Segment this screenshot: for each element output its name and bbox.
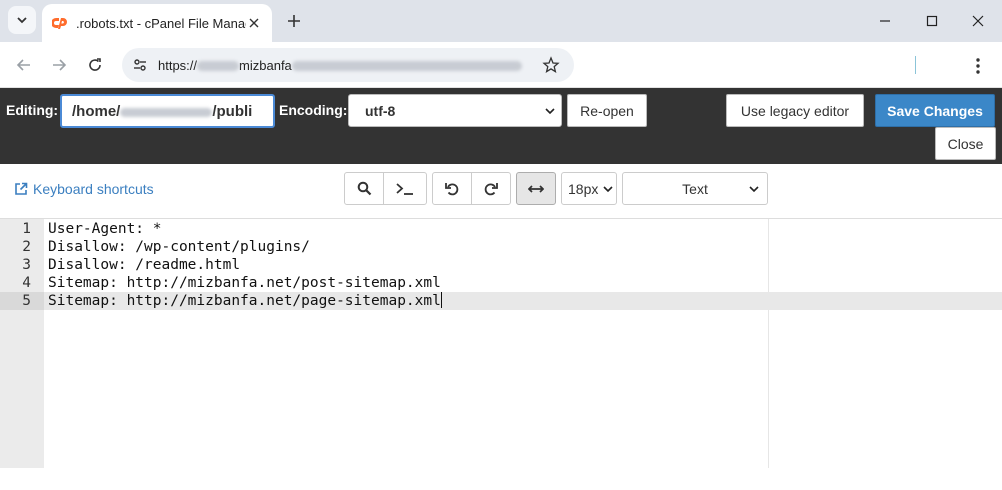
- redacted-block: [120, 107, 213, 117]
- code-line[interactable]: 2 Disallow: /wp-content/plugins/: [0, 238, 1002, 256]
- reload-icon: [89, 58, 101, 71]
- minimize-button[interactable]: [870, 8, 900, 34]
- redo-icon: [484, 182, 498, 195]
- reopen-button[interactable]: Re-open: [567, 94, 647, 127]
- save-changes-button[interactable]: Save Changes: [875, 94, 995, 127]
- line-number: 3: [22, 257, 31, 273]
- chevron-down-icon: [17, 17, 27, 24]
- arrow-right-icon: [53, 59, 67, 71]
- line-text: Disallow: /wp-content/plugins/: [48, 239, 310, 255]
- bookmark-star-icon[interactable]: [542, 56, 560, 79]
- address-bar[interactable]: https:// mizbanfa: [122, 48, 574, 82]
- new-tab-button[interactable]: [282, 9, 306, 33]
- redo-button[interactable]: [471, 172, 511, 205]
- plus-icon: [288, 15, 300, 27]
- close-window-button[interactable]: [963, 8, 993, 34]
- line-text: Disallow: /readme.html: [48, 257, 241, 273]
- url-prefix: https://: [158, 57, 198, 73]
- forward-button[interactable]: [45, 51, 73, 79]
- goto-line-button[interactable]: [383, 172, 427, 205]
- page-bottom: [0, 468, 1002, 490]
- code-editor[interactable]: 1 User-Agent: * 2 Disallow: /wp-content/…: [0, 218, 1002, 469]
- search-button[interactable]: [344, 172, 384, 205]
- editor-toolbar: Keyboard shortcuts 18px Text: [0, 164, 1002, 218]
- editor-header: Editing: /home/ /publi Encoding: utf-8 Re…: [0, 88, 1002, 164]
- text-cursor: [440, 292, 442, 308]
- toolbar-separator: [915, 56, 916, 74]
- encoding-label: Encoding:: [279, 102, 348, 118]
- line-text: Sitemap: http://mizbanfa.net/post-sitema…: [48, 275, 441, 291]
- line-text-container: Sitemap: http://mizbanfa.net/page-sitema…: [48, 292, 442, 310]
- browser-menu-button[interactable]: [964, 52, 992, 80]
- tab-search-button[interactable]: [8, 6, 36, 34]
- use-legacy-editor-button[interactable]: Use legacy editor: [726, 94, 864, 127]
- external-link-icon: [15, 182, 28, 195]
- chevron-down-icon: [603, 185, 613, 192]
- redacted-block: [197, 61, 240, 72]
- close-icon: [972, 15, 984, 27]
- url-domain: mizbanfa: [239, 57, 292, 73]
- path-end: /publi: [212, 103, 253, 120]
- path-start: /home/: [72, 103, 121, 120]
- font-size-value: 18px: [568, 180, 599, 197]
- maximize-button[interactable]: [917, 8, 947, 34]
- encoding-select[interactable]: utf-8: [348, 94, 562, 127]
- redacted-block: [291, 61, 522, 72]
- wrap-icon: [528, 184, 544, 193]
- line-number: 2: [22, 239, 31, 255]
- mode-value: Text: [682, 180, 708, 197]
- line-number: 5: [0, 292, 44, 310]
- keyboard-shortcuts-label: Keyboard shortcuts: [33, 181, 154, 197]
- line-text: User-Agent: *: [48, 221, 162, 237]
- cpanel-logo-icon: [52, 15, 68, 31]
- undo-icon: [445, 182, 459, 195]
- close-button[interactable]: Close: [935, 127, 996, 160]
- browser-toolbar: https:// mizbanfa: [0, 42, 1002, 88]
- tab-close-icon[interactable]: [244, 13, 264, 33]
- encoding-value: utf-8: [365, 103, 396, 119]
- keyboard-shortcuts-link[interactable]: Keyboard shortcuts: [14, 181, 154, 197]
- code-line-active[interactable]: 5 Sitemap: http://mizbanfa.net/page-site…: [0, 292, 1002, 310]
- line-number: 4: [22, 275, 31, 291]
- more-vert-icon: [976, 58, 980, 74]
- word-wrap-toggle[interactable]: [516, 172, 556, 205]
- code-line[interactable]: 3 Disallow: /readme.html: [0, 256, 1002, 274]
- tab-title: .robots.txt - cPanel File Manage: [76, 15, 246, 31]
- font-size-select[interactable]: 18px: [561, 172, 617, 205]
- search-icon: [357, 181, 371, 196]
- arrow-left-icon: [16, 59, 30, 71]
- terminal-icon: [396, 182, 413, 195]
- back-button[interactable]: [10, 51, 38, 79]
- chevron-down-icon: [749, 186, 759, 193]
- chevron-down-icon: [545, 108, 555, 115]
- mode-select[interactable]: Text: [622, 172, 768, 205]
- browser-tab-active[interactable]: .robots.txt - cPanel File Manage: [42, 4, 272, 42]
- reload-button[interactable]: [81, 51, 109, 79]
- url-text: https:// mizbanfa: [158, 58, 522, 73]
- code-line[interactable]: 1 User-Agent: *: [0, 220, 1002, 238]
- line-number: 1: [22, 221, 31, 237]
- minimize-icon: [880, 20, 890, 22]
- browser-tab-strip: .robots.txt - cPanel File Manage: [0, 0, 1002, 42]
- maximize-icon: [926, 15, 938, 27]
- line-text: Sitemap: http://mizbanfa.net/page-sitema…: [48, 293, 441, 309]
- code-line[interactable]: 4 Sitemap: http://mizbanfa.net/post-site…: [0, 274, 1002, 292]
- file-path-input[interactable]: /home/ /publi: [60, 94, 275, 128]
- site-settings-icon[interactable]: [132, 57, 148, 73]
- editing-label: Editing:: [6, 102, 59, 118]
- undo-button[interactable]: [432, 172, 472, 205]
